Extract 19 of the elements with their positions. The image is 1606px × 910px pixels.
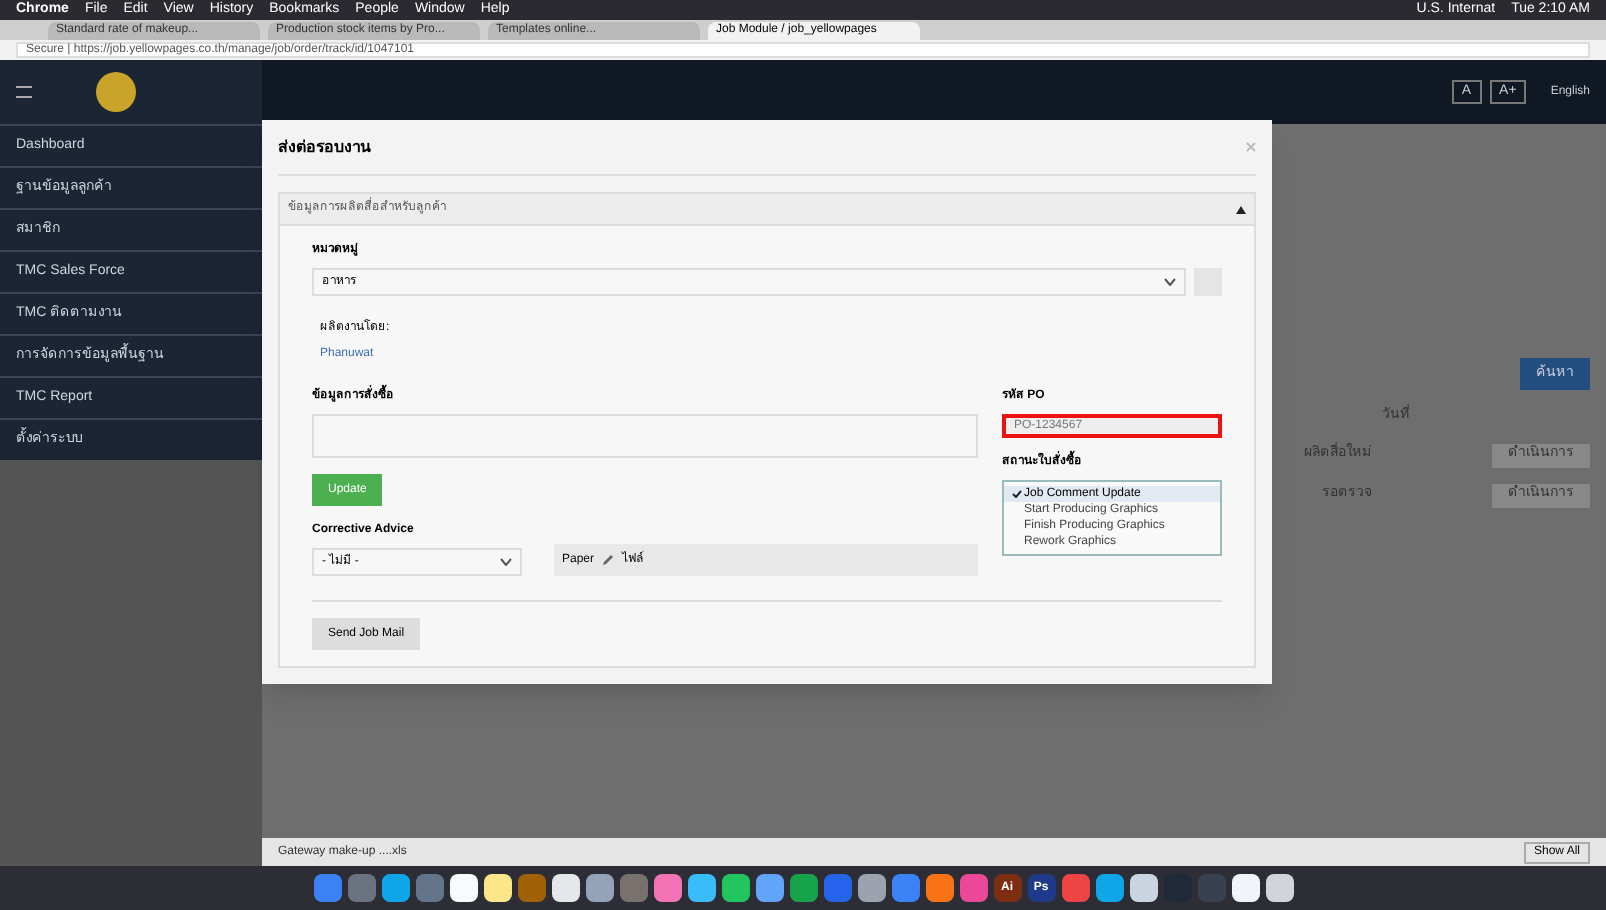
- app-icon[interactable]: [449, 874, 477, 902]
- app-icon[interactable]: [721, 874, 749, 902]
- app-icon[interactable]: [585, 874, 613, 902]
- menu-icon[interactable]: [16, 86, 32, 98]
- modal-title: ส่งต่อรอบงาน: [278, 135, 373, 159]
- app-icon[interactable]: [1129, 874, 1157, 902]
- app-icon[interactable]: [483, 874, 511, 902]
- app-icon[interactable]: [857, 874, 885, 902]
- app-icon[interactable]: [755, 874, 783, 902]
- app-icon[interactable]: [1265, 874, 1293, 902]
- chevron-icon: [1164, 278, 1176, 286]
- chevron-icon: [500, 558, 512, 566]
- check-icon: [1012, 490, 1022, 498]
- app-icon[interactable]: [687, 874, 715, 902]
- app-icon[interactable]: [551, 874, 579, 902]
- app-icon[interactable]: [1231, 874, 1259, 902]
- logo-icon: [96, 72, 136, 112]
- collapse-icon[interactable]: [1236, 205, 1246, 213]
- pencil-icon[interactable]: [602, 554, 615, 566]
